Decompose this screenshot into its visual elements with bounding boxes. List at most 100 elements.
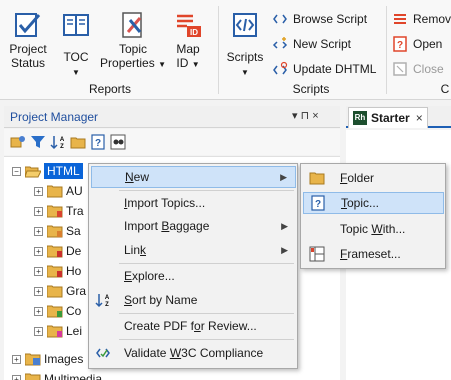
map-id-button[interactable]: ID Map ID ▼ bbox=[168, 10, 208, 72]
tree-node[interactable]: + Ho bbox=[34, 261, 81, 281]
tree-node[interactable]: + AU bbox=[34, 181, 83, 201]
tree-node[interactable]: + Gra bbox=[34, 281, 86, 301]
folder-icon[interactable] bbox=[70, 134, 86, 150]
menu-item-import-topics[interactable]: Import Topics... bbox=[91, 192, 296, 214]
scripts-button[interactable]: Scripts ▼ bbox=[224, 10, 266, 80]
menu-item-new[interactable]: New ▶ bbox=[91, 166, 296, 188]
topic-properties-label-1: Topic bbox=[118, 42, 147, 56]
menu-item-create-pdf[interactable]: Create PDF for Review... bbox=[91, 315, 296, 337]
context-menu: New ▶ Import Topics... Import Baggage ▶ … bbox=[88, 163, 298, 369]
tree-node[interactable]: + Co bbox=[34, 301, 81, 321]
expand-icon[interactable]: + bbox=[34, 226, 43, 236]
group-separator bbox=[386, 6, 387, 94]
map-id-icon: ID bbox=[177, 14, 201, 37]
submenu-item-label: Frameset... bbox=[340, 247, 401, 261]
frameset-icon bbox=[309, 246, 325, 262]
submenu-item-topic[interactable]: ? Topic... bbox=[303, 192, 444, 214]
close-label: Close bbox=[413, 62, 444, 76]
menu-separator bbox=[119, 313, 294, 314]
expand-icon[interactable]: + bbox=[34, 306, 43, 316]
expand-icon[interactable]: + bbox=[34, 286, 43, 296]
tree-node-html[interactable]: − HTML bbox=[12, 161, 83, 181]
new-submenu: Folder ? Topic... Topic With... Frameset… bbox=[300, 163, 446, 269]
project-status-icon bbox=[15, 13, 41, 37]
menu-item-label: New bbox=[125, 170, 150, 184]
pane-controls[interactable]: ▾ ⊓ × bbox=[292, 109, 319, 122]
tree-label: Sa bbox=[66, 224, 81, 238]
expand-icon[interactable]: + bbox=[34, 206, 43, 216]
tree-label: Gra bbox=[66, 284, 87, 298]
project-status-button[interactable]: Project Status bbox=[6, 10, 50, 70]
tab-starter[interactable]: Rh Starter × bbox=[348, 107, 428, 128]
tab-title: Starter bbox=[371, 111, 410, 125]
expand-icon[interactable]: + bbox=[34, 326, 43, 336]
expand-icon[interactable]: + bbox=[12, 354, 21, 364]
submenu-item-topic-with[interactable]: Topic With... bbox=[303, 218, 444, 240]
new-script-label: New Script bbox=[293, 37, 352, 51]
tree-node[interactable]: + Sa bbox=[34, 221, 81, 241]
topic-properties-button[interactable]: Topic Properties ▼ bbox=[100, 10, 166, 72]
map-id-label-1: Map bbox=[176, 42, 200, 56]
submenu-item-folder[interactable]: Folder bbox=[303, 167, 444, 189]
menu-item-label: Link bbox=[124, 243, 147, 257]
expand-icon[interactable]: + bbox=[34, 246, 43, 256]
tree-label: Images bbox=[44, 352, 84, 366]
topic-icon[interactable]: ? bbox=[90, 134, 106, 150]
group-separator bbox=[218, 6, 219, 94]
close-button[interactable]: Close bbox=[392, 60, 444, 78]
robohelp-icon: Rh bbox=[353, 111, 367, 125]
tree-node[interactable]: + De bbox=[34, 241, 81, 261]
sort-icon[interactable]: A Z bbox=[50, 134, 66, 150]
tree-node-images[interactable]: + Images bbox=[12, 349, 83, 369]
expand-icon[interactable]: + bbox=[12, 374, 21, 380]
view-options-icon[interactable] bbox=[10, 134, 26, 150]
svg-text:A: A bbox=[60, 137, 65, 143]
tree-node[interactable]: + Lei bbox=[34, 321, 82, 341]
scripts-group-label: Scripts bbox=[292, 82, 330, 96]
remove-label: Remove bbox=[413, 12, 451, 26]
expand-icon[interactable]: + bbox=[34, 266, 43, 276]
tree-node-multimedia[interactable]: + Multimedia bbox=[12, 369, 102, 380]
toc-label: TOC bbox=[63, 50, 89, 64]
menu-item-explore[interactable]: Explore... bbox=[91, 265, 296, 287]
collapse-icon[interactable]: − bbox=[12, 166, 21, 176]
svg-text:?: ? bbox=[397, 40, 403, 51]
submenu-item-frameset[interactable]: Frameset... bbox=[303, 243, 444, 265]
svg-text:Z: Z bbox=[105, 302, 109, 308]
expand-icon[interactable]: + bbox=[34, 186, 43, 196]
menu-item-label: Import Topics... bbox=[124, 196, 206, 210]
topic-properties-label-2: Properties bbox=[100, 56, 155, 70]
menu-item-link[interactable]: Link ▶ bbox=[91, 239, 296, 261]
menu-item-sort-by-name[interactable]: A Z Sort by Name bbox=[91, 289, 296, 311]
topic-properties-icon bbox=[122, 12, 142, 38]
menu-item-label: Sort by Name bbox=[124, 293, 198, 307]
close-icon[interactable]: × bbox=[416, 111, 423, 125]
update-dhtml-button[interactable]: Update DHTML bbox=[272, 60, 376, 78]
project-status-label-1: Project bbox=[9, 42, 47, 56]
ribbon: Project Status TOC ▼ Topic Properties ▼ bbox=[0, 0, 451, 100]
toc-button[interactable]: TOC ▼ bbox=[58, 10, 94, 80]
document-tabbar: Rh Starter × bbox=[346, 106, 451, 128]
folder-icon bbox=[47, 185, 63, 197]
menu-separator bbox=[119, 190, 294, 191]
browse-script-button[interactable]: Browse Script bbox=[272, 10, 367, 28]
svg-text:?: ? bbox=[95, 138, 101, 149]
project-manager-title: Project Manager bbox=[10, 110, 99, 124]
tree-node[interactable]: + Tra bbox=[34, 201, 84, 221]
remove-button[interactable]: Remove bbox=[392, 10, 451, 28]
tree-label: Tra bbox=[66, 204, 84, 218]
svg-text:Z: Z bbox=[60, 144, 64, 150]
new-script-button[interactable]: New Script bbox=[272, 35, 351, 53]
folder-icon bbox=[47, 225, 63, 237]
project-manager-toolbar: A Z ? bbox=[4, 129, 340, 155]
find-icon[interactable] bbox=[110, 134, 126, 150]
menu-item-validate-w3c[interactable]: Validate W3C Compliance bbox=[91, 342, 296, 364]
partial-group-label: C bbox=[440, 82, 450, 96]
open-button[interactable]: ? Open bbox=[392, 35, 442, 53]
folder-icon bbox=[47, 245, 63, 257]
chevron-down-icon: ▼ bbox=[158, 60, 166, 69]
new-script-icon bbox=[272, 37, 288, 49]
filter-icon[interactable] bbox=[30, 134, 46, 150]
menu-item-import-baggage[interactable]: Import Baggage ▶ bbox=[91, 215, 296, 237]
scripts-icon bbox=[233, 13, 257, 37]
